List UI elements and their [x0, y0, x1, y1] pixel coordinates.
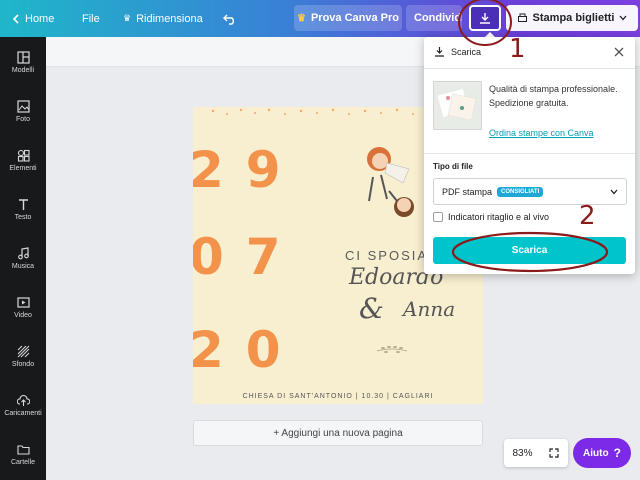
- file-type-value: PDF stampa: [442, 186, 493, 197]
- background-icon: [16, 344, 30, 358]
- question-icon: ?: [613, 446, 621, 460]
- sidebar-item-background[interactable]: Sfondo: [0, 334, 46, 378]
- file-type-label: Tipo di file: [433, 162, 473, 171]
- sidebar-item-label: Video: [14, 312, 32, 319]
- try-pro-label: Prova Canva Pro: [310, 12, 399, 24]
- crown-icon: ♛: [296, 12, 306, 24]
- help-button[interactable]: Aiuto ?: [573, 438, 631, 468]
- home-link[interactable]: Home: [12, 0, 54, 37]
- sidebar-item-uploads[interactable]: Caricamenti: [0, 383, 46, 427]
- ampersand: &: [359, 292, 384, 325]
- close-icon[interactable]: [613, 46, 625, 58]
- sidebar-item-elements[interactable]: Elementi: [0, 138, 46, 182]
- crop-marks-label: Indicatori ritaglio e al vivo: [448, 212, 550, 222]
- add-page-button[interactable]: + Aggiungi una nuova pagina: [193, 420, 483, 446]
- sidebar-item-video[interactable]: Video: [0, 285, 46, 329]
- chevron-down-icon: [619, 15, 627, 21]
- print-promo-image: [433, 81, 482, 130]
- text-icon: [16, 197, 30, 211]
- download-panel-header: Scarica: [434, 46, 481, 57]
- sidebar-item-folders[interactable]: Cartelle: [0, 432, 46, 476]
- zoom-control[interactable]: 83%: [504, 439, 568, 467]
- sidebar-item-templates[interactable]: Modelli: [0, 40, 46, 84]
- sidebar-item-photos[interactable]: Foto: [0, 89, 46, 133]
- download-icon: [480, 13, 490, 24]
- crop-marks-checkbox[interactable]: [433, 212, 443, 222]
- sidebar-item-label: Cartelle: [10, 459, 36, 466]
- download-button[interactable]: Scarica: [433, 237, 626, 264]
- download-toolbar-button[interactable]: [469, 5, 501, 31]
- sidebar-item-label: Foto: [15, 116, 30, 123]
- crop-marks-option[interactable]: Indicatori ritaglio e al vivo: [433, 212, 549, 222]
- print-icon: [517, 13, 527, 22]
- expand-icon: [549, 448, 560, 458]
- shapes-icon: [16, 148, 30, 162]
- order-prints-link[interactable]: Ordina stampe con Canva: [489, 128, 594, 138]
- sidebar-item-label: Sfondo: [11, 361, 35, 368]
- download-panel: Scarica Qualità di stampa professionale.…: [424, 37, 635, 274]
- sidebar-item-text[interactable]: Testo: [0, 187, 46, 231]
- resize-label: Ridimensiona: [136, 12, 203, 25]
- home-label: Home: [25, 12, 55, 25]
- sidebar-item-label: Modelli: [11, 67, 35, 74]
- print-cards-button[interactable]: Stampa biglietti: [506, 5, 638, 31]
- date-month: 07: [193, 228, 303, 286]
- file-menu[interactable]: File: [82, 0, 100, 37]
- sidebar: Modelli Foto Elementi Testo Musica Video…: [0, 37, 46, 480]
- upload-icon: [16, 393, 30, 407]
- video-icon: [16, 295, 30, 309]
- sidebar-item-label: Musica: [11, 263, 35, 270]
- crown-icon: ♛: [123, 13, 132, 23]
- divider: [424, 68, 635, 69]
- date-day: 29: [193, 141, 303, 199]
- share-label: Condividi: [414, 12, 462, 24]
- print-promo-text: Qualità di stampa professionale. Spedizi…: [489, 84, 618, 108]
- sidebar-item-label: Elementi: [9, 165, 37, 172]
- undo-icon: [223, 14, 234, 25]
- sidebar-item-label: Caricamenti: [4, 410, 42, 417]
- top-bar: Home File ♛ Ridimensiona ♛ Prova Canva P…: [0, 0, 640, 37]
- help-label: Aiuto: [583, 447, 609, 459]
- folder-icon: [16, 442, 30, 456]
- layout-icon: [16, 50, 30, 64]
- file-label: File: [82, 12, 100, 25]
- bride-name: Anna: [403, 297, 456, 321]
- share-button[interactable]: Condividi: [406, 5, 462, 31]
- resize-menu[interactable]: ♛ Ridimensiona: [123, 0, 203, 37]
- print-label: Stampa biglietti: [532, 12, 615, 24]
- chevron-left-icon: [12, 13, 19, 24]
- download-icon: [435, 47, 444, 57]
- divider: [424, 153, 635, 154]
- zoom-value: 83%: [512, 447, 533, 459]
- venue-text: CHIESA DI SANT'ANTONIO | 10.30 | CAGLIAR…: [242, 393, 434, 400]
- couple-illustration: [367, 147, 414, 217]
- music-icon: [16, 246, 30, 260]
- undo-button[interactable]: [223, 0, 237, 37]
- chevron-down-icon: [610, 189, 618, 194]
- try-pro-button[interactable]: ♛ Prova Canva Pro: [294, 5, 402, 31]
- file-type-select[interactable]: PDF stampa CONSIGLIATI: [433, 178, 627, 205]
- recommended-badge: CONSIGLIATI: [497, 186, 544, 197]
- photo-icon: [16, 99, 30, 113]
- sidebar-item-music[interactable]: Musica: [0, 236, 46, 280]
- sidebar-item-label: Testo: [14, 214, 32, 221]
- download-panel-title: Scarica: [451, 46, 482, 57]
- floral-sprig-decoration: [376, 346, 408, 353]
- date-year: 20: [193, 321, 303, 379]
